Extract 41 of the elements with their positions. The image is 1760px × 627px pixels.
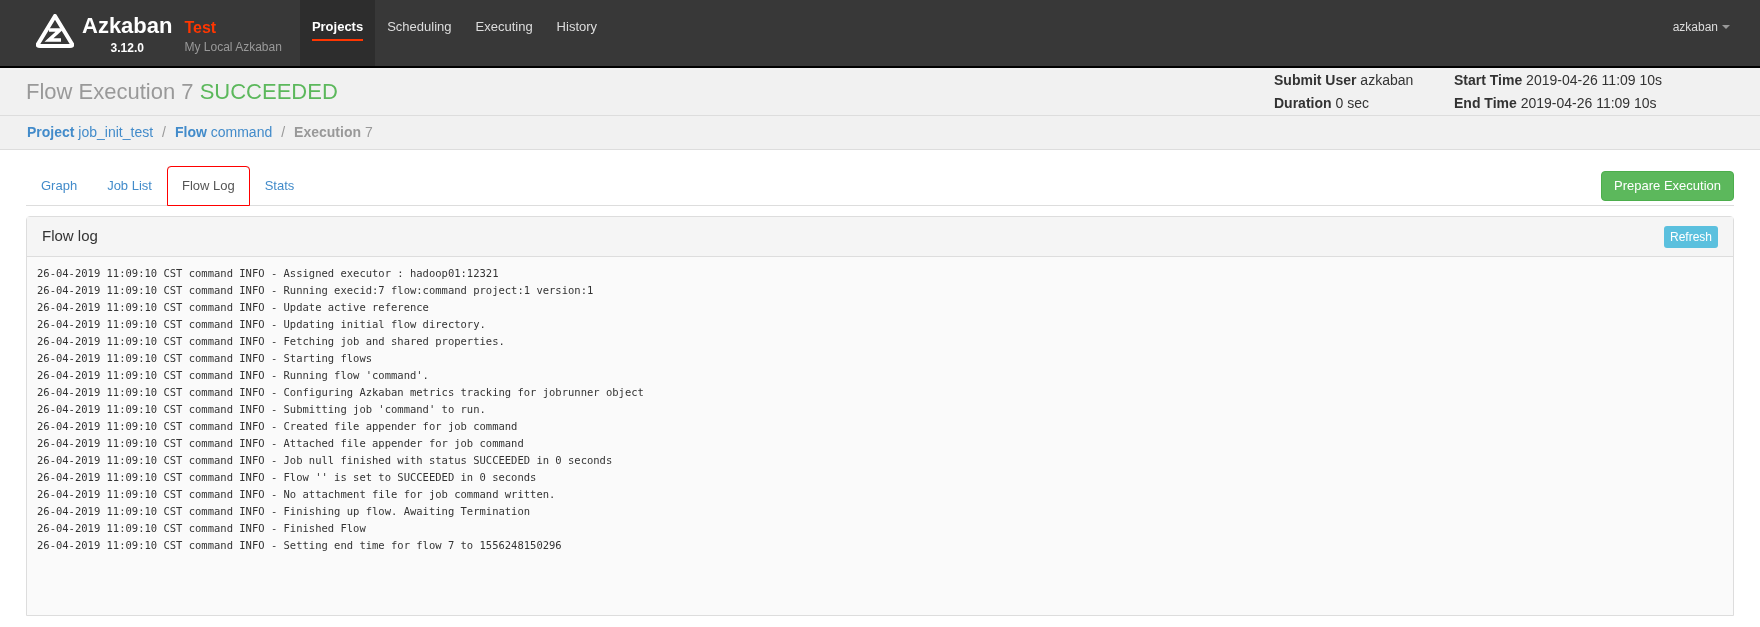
nav-link[interactable]: History — [544, 0, 610, 66]
tab[interactable]: Job List — [92, 166, 167, 206]
execution-info: Duration 0 sec — [1274, 93, 1370, 113]
logo-icon — [36, 14, 74, 48]
log-line: 26-04-2019 11:09:10 CST command INFO - Assigned executor : hadoop01:12321 — [37, 266, 500, 281]
nav-link[interactable]: Projects — [299, 0, 376, 66]
tab[interactable]: Graph — [26, 166, 93, 206]
nav-link[interactable]: Executing — [463, 0, 545, 66]
breadcrumb-current: Execution 7 — [294, 123, 373, 142]
log-line: 26-04-2019 11:09:10 CST command INFO - Attached file appender for job command — [37, 436, 525, 451]
caret-icon — [1722, 25, 1730, 29]
tab[interactable]: Stats — [249, 166, 310, 206]
log-line: 26-04-2019 11:09:10 CST command INFO - Running flow 'command'. — [37, 368, 430, 383]
execution-info: End Time 2019-04-26 11:09 10s — [1454, 93, 1658, 113]
user-menu[interactable]: azkaban — [1672, 18, 1730, 36]
execution-info: Start Time 2019-04-26 11:09 10s — [1454, 70, 1664, 90]
log-line: 26-04-2019 11:09:10 CST command INFO - Starting flows — [37, 351, 374, 366]
page-title: Flow Execution 7 SUCCEEDED — [26, 78, 338, 106]
log-line: 26-04-2019 11:09:10 CST command INFO - Configuring Azkaban metrics tracking for jobrunner object — [37, 385, 645, 400]
log-line: 26-04-2019 11:09:10 CST command INFO - Submitting job 'command' to run. — [37, 402, 487, 417]
log-line: 26-04-2019 11:09:10 CST command INFO - Finished Flow — [37, 521, 367, 536]
log-line: 26-04-2019 11:09:10 CST command INFO - Setting end time for flow 7 to 1556248150296 — [37, 538, 563, 553]
nav-link[interactable]: Scheduling — [375, 0, 464, 66]
log-line: 26-04-2019 11:09:10 CST command INFO - Created file appender for job command — [37, 419, 519, 434]
log-line: 26-04-2019 11:09:10 CST command INFO - Running execid:7 flow:command project:1 version:1 — [37, 283, 595, 298]
version-label: 3.12.0 — [110, 40, 144, 57]
log-line: 26-04-2019 11:09:10 CST command INFO - Job null finished with status SUCCEEDED in 0 seconds — [37, 453, 614, 468]
log-line: 26-04-2019 11:09:10 CST command INFO - No attachment file for job command written. — [37, 487, 557, 502]
breadcrumb-separator: / — [280, 123, 287, 142]
log-line: 26-04-2019 11:09:10 CST command INFO - Fetching job and shared properties. — [37, 334, 506, 349]
environment-name: Test — [184, 18, 218, 38]
panel-title: Flow log — [42, 226, 98, 247]
log-line: 26-04-2019 11:09:10 CST command INFO - Finishing up flow. Awaiting Termination — [37, 504, 532, 519]
tab[interactable]: Flow Log — [166, 166, 250, 206]
environment-description: My Local Azkaban — [184, 39, 282, 56]
log-line: 26-04-2019 11:09:10 CST command INFO - Update active reference — [37, 300, 430, 315]
log-line: 26-04-2019 11:09:10 CST command INFO - Flow '' is set to SUCCEEDED in 0 seconds — [37, 470, 538, 485]
log-line: 26-04-2019 11:09:10 CST command INFO - Updating initial flow directory. — [37, 317, 487, 332]
brand-name[interactable]: Azkaban — [82, 13, 173, 39]
breadcrumb-separator: / — [161, 123, 167, 142]
execution-info: Submit User azkaban — [1274, 70, 1415, 90]
